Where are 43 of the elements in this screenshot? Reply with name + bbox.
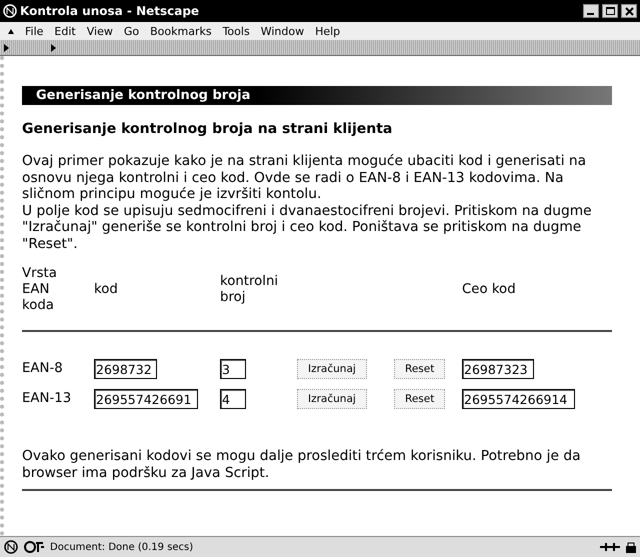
browser-logo-icon[interactable]: [4, 540, 18, 554]
menu-item[interactable]: Edit: [54, 24, 76, 38]
calculate-button[interactable]: Izračunaj: [297, 359, 367, 379]
page-heading: Generisanje kontrolnog broja na strani klijenta: [22, 121, 394, 137]
window-title: Kontrola unosa - Netscape: [20, 4, 200, 18]
menu-item[interactable]: Go: [124, 24, 140, 38]
minimize-button[interactable]: [583, 4, 599, 18]
expand-arrow-icon[interactable]: [51, 44, 56, 52]
column-header: Ceo kod: [462, 282, 517, 298]
menu-item[interactable]: File: [25, 24, 44, 38]
connection-icon: [600, 542, 620, 552]
code-type-label: EAN-8: [22, 360, 64, 378]
code-input[interactable]: 269557426691: [94, 389, 198, 409]
menu-item[interactable]: Window: [260, 24, 304, 38]
menu-item[interactable]: Bookmarks: [150, 24, 212, 38]
full-code-input[interactable]: 26987323: [462, 359, 534, 379]
collapse-arrow-icon[interactable]: [8, 28, 14, 34]
code-type-label: EAN-13: [22, 390, 72, 408]
column-header: kod: [94, 282, 119, 298]
lock-icon: [626, 541, 636, 553]
reset-button[interactable]: Reset: [394, 359, 446, 379]
maximize-button[interactable]: [602, 4, 618, 18]
menu-item[interactable]: Help: [315, 24, 340, 38]
description-text: U polje kod se upisuju sedmocifreni i dvanaestocifreni brojevi. Pritiskom na dugme "Izračunaj" generiše se kontrolni broj i ceo kod. Poništava se pritiskom na dugme "Reset".: [22, 202, 593, 252]
menu-item[interactable]: View: [86, 24, 113, 38]
status-text: Document: Done (0.19 secs): [50, 542, 194, 552]
reset-button[interactable]: Reset: [394, 389, 446, 409]
maximize-icon: [606, 7, 614, 15]
footer-text: Ovako generisani kodovi se mogu dalje proslediti trćem korisniku. Potrebno je da browser ima podršku za Java Script.: [22, 448, 582, 481]
check-digit-input[interactable]: 4: [220, 389, 246, 409]
close-button[interactable]: [621, 4, 637, 18]
expand-arrow-icon[interactable]: [4, 44, 9, 52]
browser-logo-icon: [3, 4, 17, 18]
calculate-button[interactable]: Izračunaj: [297, 389, 367, 409]
section-banner: Generisanje kontrolnog broja: [22, 86, 612, 105]
menu-item[interactable]: Tools: [222, 24, 250, 38]
full-code-input[interactable]: 2695574266914: [462, 389, 575, 409]
description-text: Ovaj primer pokazuje kako je na strani klijenta moguće ubaciti kod i generisati na osnovu njega kontrolni i ceo kod. Ovde se radi o EAN-8 i EAN-13 kodovima. Na sličnom principu moguće je izvršiti kontolu.: [22, 153, 588, 202]
column-header: kontrolni broj: [220, 274, 280, 306]
close-icon: [624, 6, 634, 16]
check-digit-input[interactable]: 3: [220, 359, 246, 379]
column-header: Vrsta EAN koda: [22, 266, 58, 314]
code-input[interactable]: 2698732: [94, 359, 158, 379]
